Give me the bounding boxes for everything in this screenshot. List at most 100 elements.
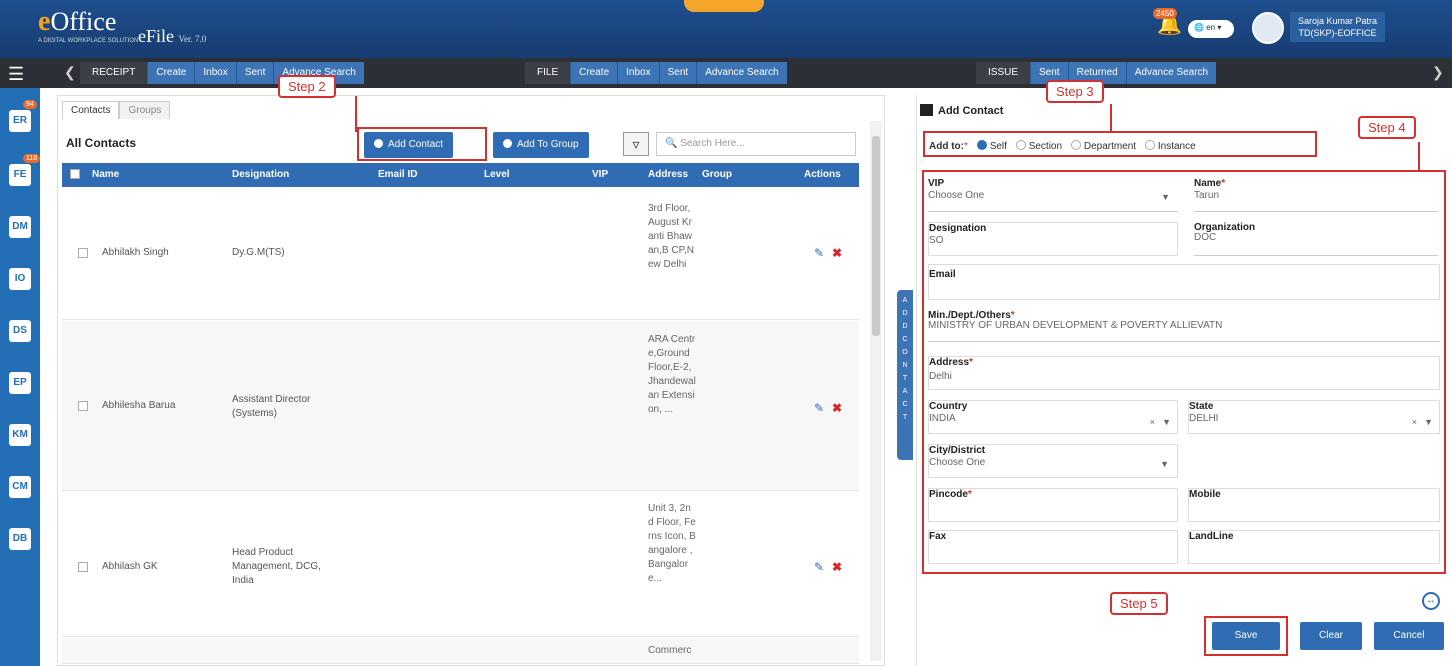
radio-self-label: Self [989, 141, 1007, 152]
radio-instance[interactable] [1144, 140, 1155, 150]
edit-icon[interactable]: ✎ [814, 560, 824, 574]
country-select[interactable]: Country INDIA × ▼ [928, 400, 1178, 434]
table-scrollbar-thumb[interactable] [872, 136, 880, 336]
col-address[interactable]: Address [648, 169, 688, 180]
landline-field[interactable]: LandLine [1188, 530, 1440, 564]
edit-icon[interactable]: ✎ [814, 246, 824, 260]
logo-tagline: A DIGITAL WORKPLACE SOLUTION [38, 38, 139, 44]
nav-file-advance-search[interactable]: Advance Search [696, 62, 787, 84]
efile-label: eFile [138, 26, 174, 46]
plus-icon [503, 139, 512, 148]
row-checkbox[interactable] [78, 401, 88, 416]
user-info[interactable]: Saroja Kumar Patra TD(SKP)-EOFFICE [1290, 12, 1386, 42]
chevron-down-icon: ▼ [1161, 192, 1170, 202]
step-4-line [1418, 142, 1420, 172]
delete-icon[interactable]: ✖ [832, 560, 842, 574]
table-row[interactable]: Abhilash GK Head Product Management, DCG… [62, 492, 859, 637]
nav-left-arrow-icon[interactable]: ❮ [64, 64, 76, 81]
col-name[interactable]: Name [92, 169, 119, 180]
mobile-field[interactable]: Mobile [1188, 488, 1440, 522]
sidebar-contacts-icon[interactable]: CM [9, 476, 31, 498]
contacts-tabs: Contacts Groups [62, 101, 171, 119]
name-label: Name* [1194, 178, 1226, 189]
col-group[interactable]: Group [702, 169, 732, 180]
nav-issue-label[interactable]: ISSUE [976, 62, 1031, 84]
nav-file-create[interactable]: Create [570, 62, 618, 84]
table-row[interactable]: Abhilakh Singh Dy.G.M(TS) 3rd Floor,Augu… [62, 188, 859, 320]
tab-groups[interactable]: Groups [119, 101, 171, 119]
table-row[interactable]: Commerc [62, 638, 859, 664]
pincode-label: Pincode* [929, 489, 972, 500]
add-contact-title: Add Contact [920, 104, 1003, 117]
country-value: INDIA [929, 413, 956, 424]
nav-receipt-inbox[interactable]: Inbox [194, 62, 236, 84]
nav-file-sent[interactable]: Sent [658, 62, 697, 84]
save-button[interactable]: Save [1212, 622, 1280, 650]
select-all-checkbox[interactable] [70, 169, 80, 182]
fax-field[interactable]: Fax [928, 530, 1178, 564]
radio-section[interactable] [1015, 140, 1026, 150]
organization-value: DOC [1194, 232, 1217, 243]
organization-field[interactable]: Organization DOC [1194, 222, 1438, 256]
step-2-callout: Step 2 [278, 75, 336, 98]
address-value: Delhi [929, 371, 952, 382]
sidebar-home-icon[interactable]: IO [9, 268, 31, 290]
add-contact-side-tab[interactable]: ADD CONTACT [897, 290, 913, 460]
city-value: Choose One [929, 457, 986, 468]
cancel-button[interactable]: Cancel [1374, 622, 1444, 650]
table-row[interactable]: Abhilesha Barua Assistant Director (Syst… [62, 321, 859, 491]
sidebar-km-icon[interactable]: KM [9, 424, 31, 446]
avatar[interactable] [1252, 12, 1284, 44]
col-email[interactable]: Email ID [378, 169, 417, 180]
language-selector[interactable]: 🌐 en ▾ [1188, 20, 1234, 38]
clear-icon[interactable]: × [1150, 417, 1155, 427]
landline-label: LandLine [1189, 531, 1234, 542]
tab-contacts[interactable]: Contacts [62, 101, 120, 119]
nav-receipt-create[interactable]: Create [147, 62, 195, 84]
search-input[interactable]: 🔍 Search Here... [656, 132, 856, 156]
col-level[interactable]: Level [484, 169, 510, 180]
menu-icon[interactable]: ☰ [8, 64, 24, 85]
top-center-tab[interactable] [684, 0, 764, 12]
top-bar: eOffice A DIGITAL WORKPLACE SOLUTION eFi… [0, 0, 1452, 58]
radio-department[interactable] [1070, 140, 1081, 150]
row-checkbox[interactable] [78, 562, 88, 577]
state-select[interactable]: State DELHI × ▼ [1188, 400, 1440, 434]
city-select[interactable]: City/District Choose One ▼ [928, 444, 1178, 478]
sidebar-sign-icon[interactable]: DS [9, 320, 31, 342]
radio-self[interactable] [976, 140, 987, 150]
clear-icon[interactable]: × [1412, 417, 1417, 427]
nav-file-inbox[interactable]: Inbox [617, 62, 659, 84]
row-address: Commerc [648, 645, 692, 656]
nav-right-arrow-icon[interactable]: ❯ [1432, 64, 1444, 81]
sidebar-dashboard-icon[interactable]: DB [9, 528, 31, 550]
sidebar-file-icon[interactable]: FE [9, 164, 31, 186]
name-field[interactable]: Name* Tarun [1194, 178, 1438, 212]
nav-receipt-label[interactable]: RECEIPT [80, 62, 148, 84]
col-vip[interactable]: VIP [592, 169, 608, 180]
row-checkbox[interactable] [78, 248, 88, 263]
nav-receipt-sent[interactable]: Sent [235, 62, 274, 84]
ministry-field[interactable]: Min./Dept./Others* MINISTRY OF URBAN DEV… [928, 310, 1440, 342]
delete-icon[interactable]: ✖ [832, 401, 842, 415]
delete-icon[interactable]: ✖ [832, 246, 842, 260]
row-name: Abhilash GK [102, 561, 158, 572]
col-actions: Actions [804, 169, 841, 180]
collapse-icon[interactable]: ↔ [1422, 592, 1440, 610]
col-designation[interactable]: Designation [232, 169, 289, 180]
filter-icon[interactable]: ▿ [623, 132, 649, 156]
sidebar-receipt-icon[interactable]: ER [9, 110, 31, 132]
sidebar-document-icon[interactable]: EP [9, 372, 31, 394]
designation-field[interactable]: Designation SO [928, 222, 1178, 256]
email-field[interactable]: Email [928, 264, 1440, 300]
edit-icon[interactable]: ✎ [814, 401, 824, 415]
vip-select[interactable]: VIP Choose One ▼ [928, 178, 1178, 212]
address-field[interactable]: Address* Delhi [928, 356, 1440, 390]
pincode-field[interactable]: Pincode* [928, 488, 1178, 522]
add-to-group-button[interactable]: Add To Group [493, 132, 589, 158]
sidebar-mail-icon[interactable]: DM [9, 216, 31, 238]
nav-issue-advance-search[interactable]: Advance Search [1125, 62, 1217, 84]
nav-file-label[interactable]: FILE [525, 62, 571, 84]
designation-value: SO [929, 235, 944, 246]
clear-button[interactable]: Clear [1300, 622, 1362, 650]
